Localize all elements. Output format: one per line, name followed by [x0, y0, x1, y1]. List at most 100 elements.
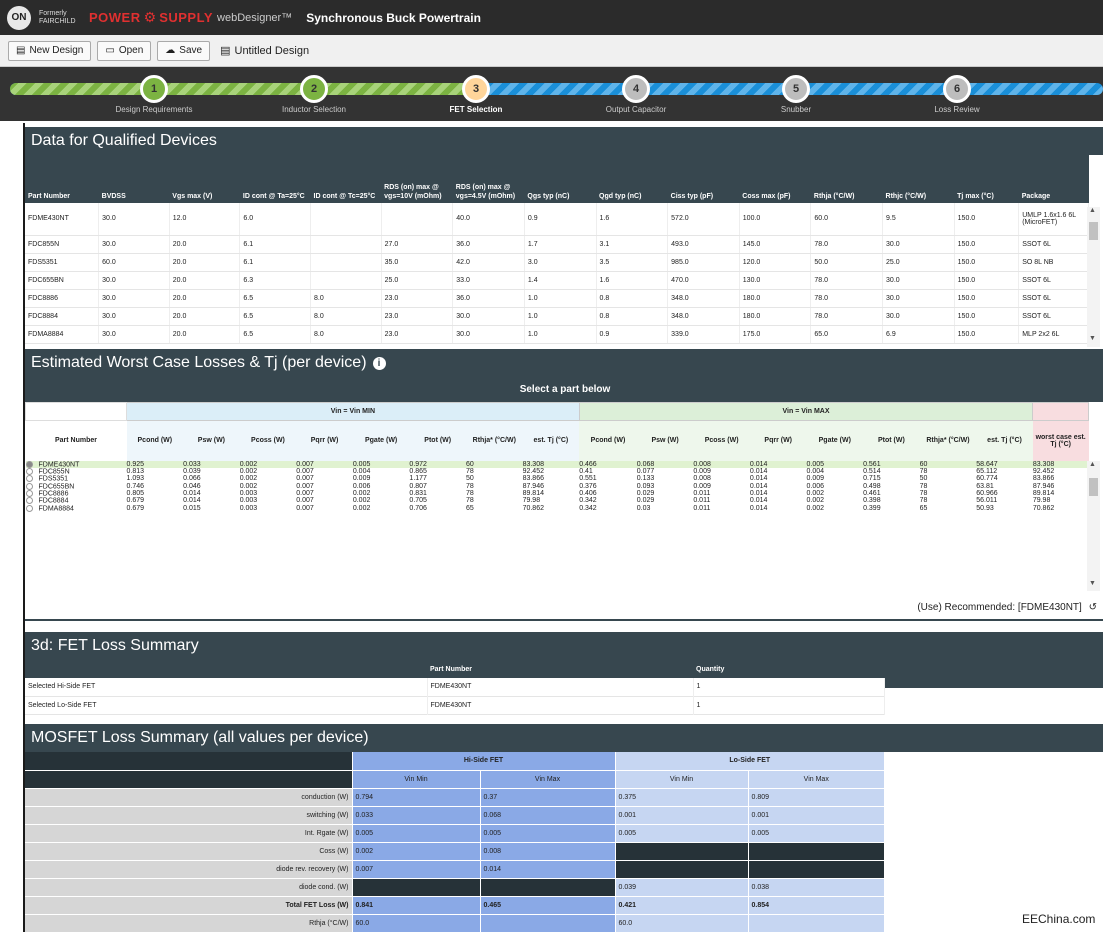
- step-4-label[interactable]: Output Capacitor: [571, 105, 701, 114]
- save-label: Save: [179, 45, 203, 56]
- losses-cell: 78: [466, 468, 474, 476]
- step-3-label[interactable]: FET Selection: [411, 105, 541, 114]
- qualified-row[interactable]: FDME430NT 30.0 12.0 6.0 40.0 0.9 1.6 572.0 100.0…: [25, 203, 1089, 236]
- losses-scroll-thumb[interactable]: [1089, 478, 1098, 496]
- losses-row[interactable]: FDMA8884 0.679 0.015 0.003 0.007 0.002 0.706 65…: [25, 504, 1089, 512]
- losses-cell: 0.706: [409, 504, 427, 512]
- qualified-scroll-thumb[interactable]: [1089, 222, 1098, 240]
- losses-part-cell[interactable]: FDME430NT: [25, 460, 127, 468]
- step-5-label[interactable]: Snubber: [731, 105, 861, 114]
- new-design-button[interactable]: ▤ New Design: [8, 40, 92, 61]
- qualified-row[interactable]: FDC8884 30.0 20.0 6.5 8.0 23.0 30.0 1.0 0.8 348.0…: [25, 307, 1089, 326]
- open-button[interactable]: ▭ Open: [97, 40, 152, 61]
- losses-cell: 0.014: [749, 468, 768, 476]
- losses-cell: 0.014: [749, 504, 768, 512]
- step-3-circle[interactable]: 3: [462, 75, 490, 103]
- watermark: EEChina.com: [1022, 912, 1096, 926]
- scroll-down-icon[interactable]: ▼: [1089, 335, 1096, 342]
- qualified-row[interactable]: FDS5351 60.0 20.0 6.1 35.0 42.0 3.0 3.5 985.0 120…: [25, 253, 1089, 272]
- losses-row[interactable]: FDC8886 0.805 0.014 0.003 0.007 0.002 0.831 78 8…: [25, 489, 1089, 498]
- losses-part-cell[interactable]: FDC855N: [25, 467, 127, 475]
- losses-cell: 0.002: [239, 468, 258, 476]
- qualified-cell: FDME430NT: [25, 203, 100, 236]
- info-icon[interactable]: i: [372, 356, 386, 370]
- mosfet-cell: 0.005: [352, 824, 481, 843]
- qualified-cell: 30.0: [98, 203, 170, 236]
- losses-part-cell[interactable]: FDC8884: [25, 497, 127, 505]
- step-6-label[interactable]: Loss Review: [892, 105, 1022, 114]
- losses-part-cell[interactable]: FDC8886: [25, 489, 127, 497]
- losses-row[interactable]: FDME430NT 0.925 0.033 0.002 0.007 0.005 0.972 6…: [25, 460, 1089, 468]
- qualified-scrollbar[interactable]: ▲ ▼: [1087, 207, 1100, 347]
- mosfet-cell: 0.375: [615, 788, 749, 807]
- losses-cell: 70.862: [1032, 504, 1055, 512]
- losses-cell: 0.561: [863, 460, 881, 468]
- losses-cell: 83.866: [522, 475, 544, 483]
- losses-row[interactable]: FDC855N 0.813 0.039 0.002 0.007 0.004 0.865 78 9…: [25, 467, 1089, 476]
- qualified-row[interactable]: FDC855N 30.0 20.0 6.1 27.0 36.0 1.7 3.1 493.0 145…: [25, 235, 1089, 254]
- part-radio[interactable]: [25, 482, 33, 490]
- losses-cell: 0.029: [636, 490, 655, 498]
- part-radio[interactable]: [25, 489, 33, 497]
- toolbar: ▤ New Design ▭ Open ☁ Save ▤ Untitled Design: [0, 35, 1103, 67]
- undo-icon[interactable]: ↺: [1089, 602, 1097, 613]
- losses-row[interactable]: FDS5351 1.093 0.066 0.002 0.007 0.009 1.177 50 8…: [25, 475, 1089, 483]
- blank-header: [24, 402, 128, 421]
- losses-cell: 0.003: [239, 497, 258, 505]
- losses-cell: 0.033: [183, 460, 201, 468]
- save-button[interactable]: ☁ Save: [157, 40, 211, 61]
- losses-cell: 0.865: [409, 468, 427, 476]
- scroll-up-icon[interactable]: ▲: [1089, 461, 1096, 468]
- part-radio[interactable]: [25, 497, 33, 505]
- qualified-cell: 30.0: [882, 271, 955, 290]
- part-radio[interactable]: [25, 475, 33, 483]
- qualified-cell: 36.0: [452, 235, 525, 254]
- losses-col-header: Rthja* (°C/W): [466, 420, 523, 461]
- losses-cell: 0.008: [693, 460, 711, 468]
- losses-row[interactable]: FDC8884 0.679 0.014 0.003 0.007 0.002 0.705 78 7…: [25, 497, 1089, 505]
- losses-col-header: Pgate (W): [352, 420, 410, 461]
- qualified-devices-table: Part Number BVDSS Vgs max (V) ID cont @ Ta=…: [25, 155, 1089, 344]
- qualified-cell: 120.0: [739, 253, 812, 272]
- part-radio[interactable]: [25, 467, 33, 475]
- qualified-cell: 9.5: [882, 203, 955, 236]
- losses-scrollbar[interactable]: ▲ ▼: [1087, 461, 1100, 591]
- losses-cell: 92.452: [1032, 468, 1055, 476]
- qualified-cell: FDS5351: [25, 253, 100, 272]
- recommended-link[interactable]: (Use) Recommended: [FDME430NT]: [917, 602, 1082, 613]
- step-4-circle[interactable]: 4: [622, 75, 650, 103]
- step-1-circle[interactable]: 1: [140, 75, 168, 103]
- losses-part-cell[interactable]: FDMA8884: [25, 504, 127, 512]
- losses-cell: 70.862: [522, 504, 544, 512]
- mosfet-cell: 0.37: [480, 788, 616, 807]
- step-2-label[interactable]: Inductor Selection: [249, 105, 379, 114]
- hi-side-header: Hi-Side FET: [352, 752, 616, 771]
- losses-part-cell[interactable]: FDS5351: [25, 475, 127, 483]
- qualified-cell: 20.0: [169, 325, 241, 344]
- scroll-up-icon[interactable]: ▲: [1089, 207, 1096, 214]
- qualified-row[interactable]: FDC655BN 30.0 20.0 6.3 25.0 33.0 1.4 1.6 470.0 13…: [25, 271, 1089, 290]
- qualified-row[interactable]: FDC8886 30.0 20.0 6.5 8.0 23.0 36.0 1.0 0.8 348.0…: [25, 289, 1089, 308]
- part-radio[interactable]: [25, 504, 33, 512]
- on-semi-logo: ON: [7, 5, 31, 30]
- losses-cell: 1.177: [409, 475, 427, 483]
- mosfet-cell: [748, 914, 885, 933]
- worst-tj-header: worst case est. Tj (°C): [1032, 420, 1089, 461]
- qualified-cell: 8.0: [310, 289, 382, 308]
- losses-cell: 0.046: [183, 482, 201, 490]
- losses-cell: 0.007: [296, 482, 314, 490]
- losses-cell: 0.002: [352, 490, 371, 498]
- losses-cell: 50.93: [976, 504, 994, 512]
- qualified-row[interactable]: FDMA8884 30.0 20.0 6.5 8.0 23.0 30.0 1.0 0.9 339.…: [25, 325, 1089, 344]
- step-5-circle[interactable]: 5: [782, 75, 810, 103]
- losses-table: Vin = Vin MIN Vin = Vin MAX Part Number P…: [24, 402, 1089, 512]
- scroll-down-icon[interactable]: ▼: [1089, 580, 1096, 587]
- step-1-label[interactable]: Design Requirements: [89, 105, 219, 114]
- mosfet-cell: [615, 842, 749, 861]
- losses-row[interactable]: FDC655BN 0.746 0.046 0.002 0.007 0.006 0.807 78…: [25, 482, 1089, 490]
- step-2-circle[interactable]: 2: [300, 75, 328, 103]
- qualified-cell: [310, 271, 382, 290]
- losses-part-cell[interactable]: FDC655BN: [25, 482, 127, 490]
- step-6-circle[interactable]: 6: [943, 75, 971, 103]
- part-radio[interactable]: [25, 460, 33, 468]
